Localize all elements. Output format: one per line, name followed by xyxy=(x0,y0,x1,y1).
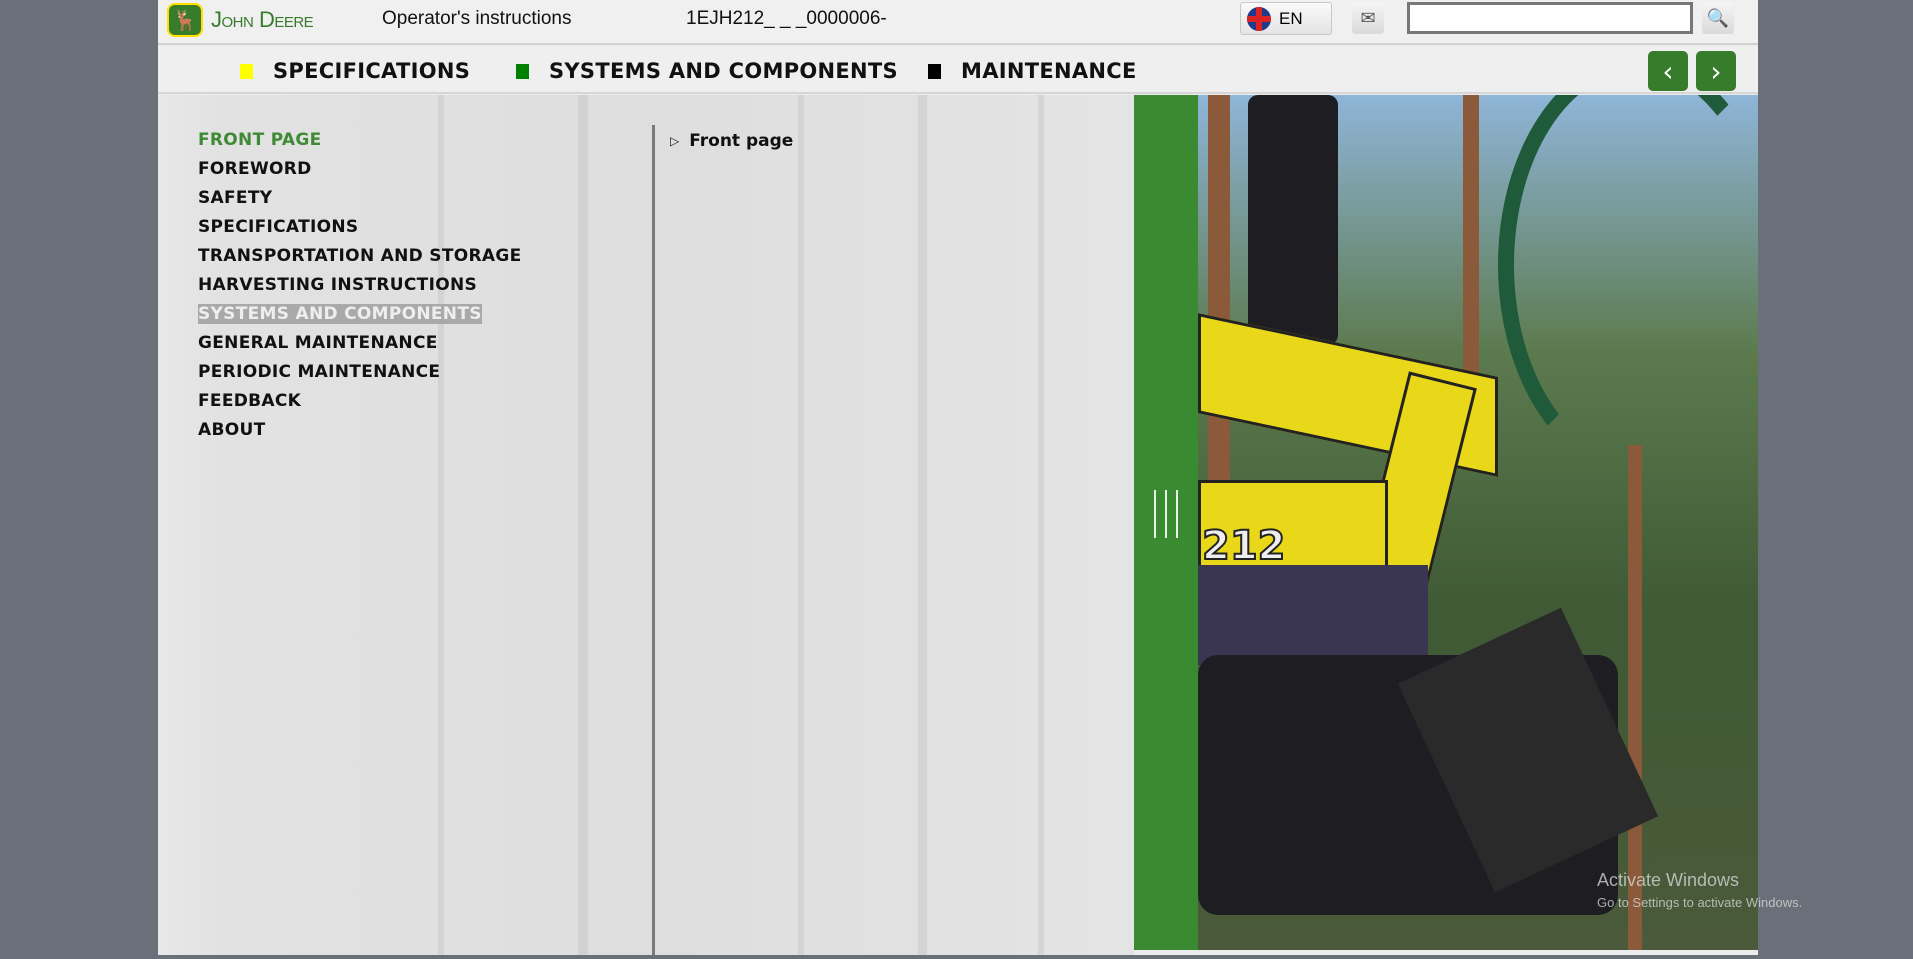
app-title: Operator's instructions xyxy=(382,8,572,29)
menu-item-harvesting-instructions[interactable]: HARVESTING INSTRUCTIONS xyxy=(198,275,522,304)
menu-item-safety[interactable]: SAFETY xyxy=(198,188,522,217)
content-area: FRONT PAGE FOREWORD SAFETY SPECIFICATION… xyxy=(158,95,1134,955)
menu-item-transportation-and-storage[interactable]: TRANSPORTATION AND STORAGE xyxy=(198,246,522,275)
grip-icon xyxy=(1154,490,1178,538)
search-button[interactable]: 🔍 xyxy=(1702,2,1734,34)
table-of-contents: FRONT PAGE FOREWORD SAFETY SPECIFICATION… xyxy=(198,130,522,449)
search-icon: 🔍 xyxy=(1706,7,1730,29)
menu-item-foreword[interactable]: FOREWORD xyxy=(198,159,522,188)
chevron-right-icon: › xyxy=(1710,54,1722,88)
envelope-open-icon: ✉ xyxy=(1360,7,1376,29)
document-code: 1EJH212_ _ _0000006- xyxy=(686,8,887,29)
manual-page: 🦌 John Deere Operator's instructions 1EJ… xyxy=(158,0,1758,955)
chevron-left-icon: ‹ xyxy=(1662,54,1674,88)
breadcrumb-label: Front page xyxy=(689,131,794,151)
machine-number: 212 xyxy=(1201,522,1286,570)
language-selector[interactable]: EN xyxy=(1240,2,1332,35)
nav-label: MAINTENANCE xyxy=(961,59,1137,83)
previous-page-button[interactable]: ‹ xyxy=(1648,51,1688,91)
windows-activation-watermark: Activate Windows Go to Settings to activ… xyxy=(1597,870,1802,910)
john-deere-logo[interactable]: 🦌 John Deere xyxy=(167,3,314,37)
top-bar: 🦌 John Deere Operator's instructions 1EJ… xyxy=(158,0,1758,45)
menu-item-feedback[interactable]: FEEDBACK xyxy=(198,391,522,420)
deer-icon: 🦌 xyxy=(167,3,203,37)
breadcrumb-front-page[interactable]: ▷ Front page xyxy=(670,131,793,151)
brand-name: John Deere xyxy=(211,7,314,32)
triangle-right-icon: ▷ xyxy=(670,134,680,148)
nav-specifications[interactable]: SPECIFICATIONS xyxy=(240,59,470,83)
panel-resize-handle[interactable] xyxy=(1134,95,1198,950)
search-input[interactable] xyxy=(1407,2,1693,34)
language-label: EN xyxy=(1279,8,1303,28)
feedback-button[interactable]: ✉ xyxy=(1352,2,1384,34)
next-page-button[interactable]: › xyxy=(1696,51,1736,91)
watermark-line2: Go to Settings to activate Windows. xyxy=(1597,895,1803,910)
menu-item-specifications[interactable]: SPECIFICATIONS xyxy=(198,217,522,246)
nav-maintenance[interactable]: MAINTENANCE xyxy=(928,59,1137,83)
column-divider xyxy=(652,125,655,955)
nav-systems-and-components[interactable]: SYSTEMS AND COMPONENTS xyxy=(516,59,898,83)
menu-item-about[interactable]: ABOUT xyxy=(198,420,522,449)
menu-item-general-maintenance[interactable]: GENERAL MAINTENANCE xyxy=(198,333,522,362)
harvester-photo: 212 xyxy=(1198,95,1758,950)
section-nav-bar: SPECIFICATIONS SYSTEMS AND COMPONENTS MA… xyxy=(158,47,1758,94)
yellow-square-icon xyxy=(240,63,253,79)
menu-item-systems-and-components[interactable]: SYSTEMS AND COMPONENTS xyxy=(198,304,522,333)
menu-item-periodic-maintenance[interactable]: PERIODIC MAINTENANCE xyxy=(198,362,522,391)
watermark-line1: Activate Windows xyxy=(1597,870,1740,890)
nav-label: SYSTEMS AND COMPONENTS xyxy=(549,59,898,83)
green-square-icon xyxy=(516,63,529,79)
black-square-icon xyxy=(928,63,941,79)
nav-label: SPECIFICATIONS xyxy=(273,59,471,83)
menu-item-front-page[interactable]: FRONT PAGE xyxy=(198,130,522,159)
uk-flag-icon xyxy=(1247,6,1271,31)
